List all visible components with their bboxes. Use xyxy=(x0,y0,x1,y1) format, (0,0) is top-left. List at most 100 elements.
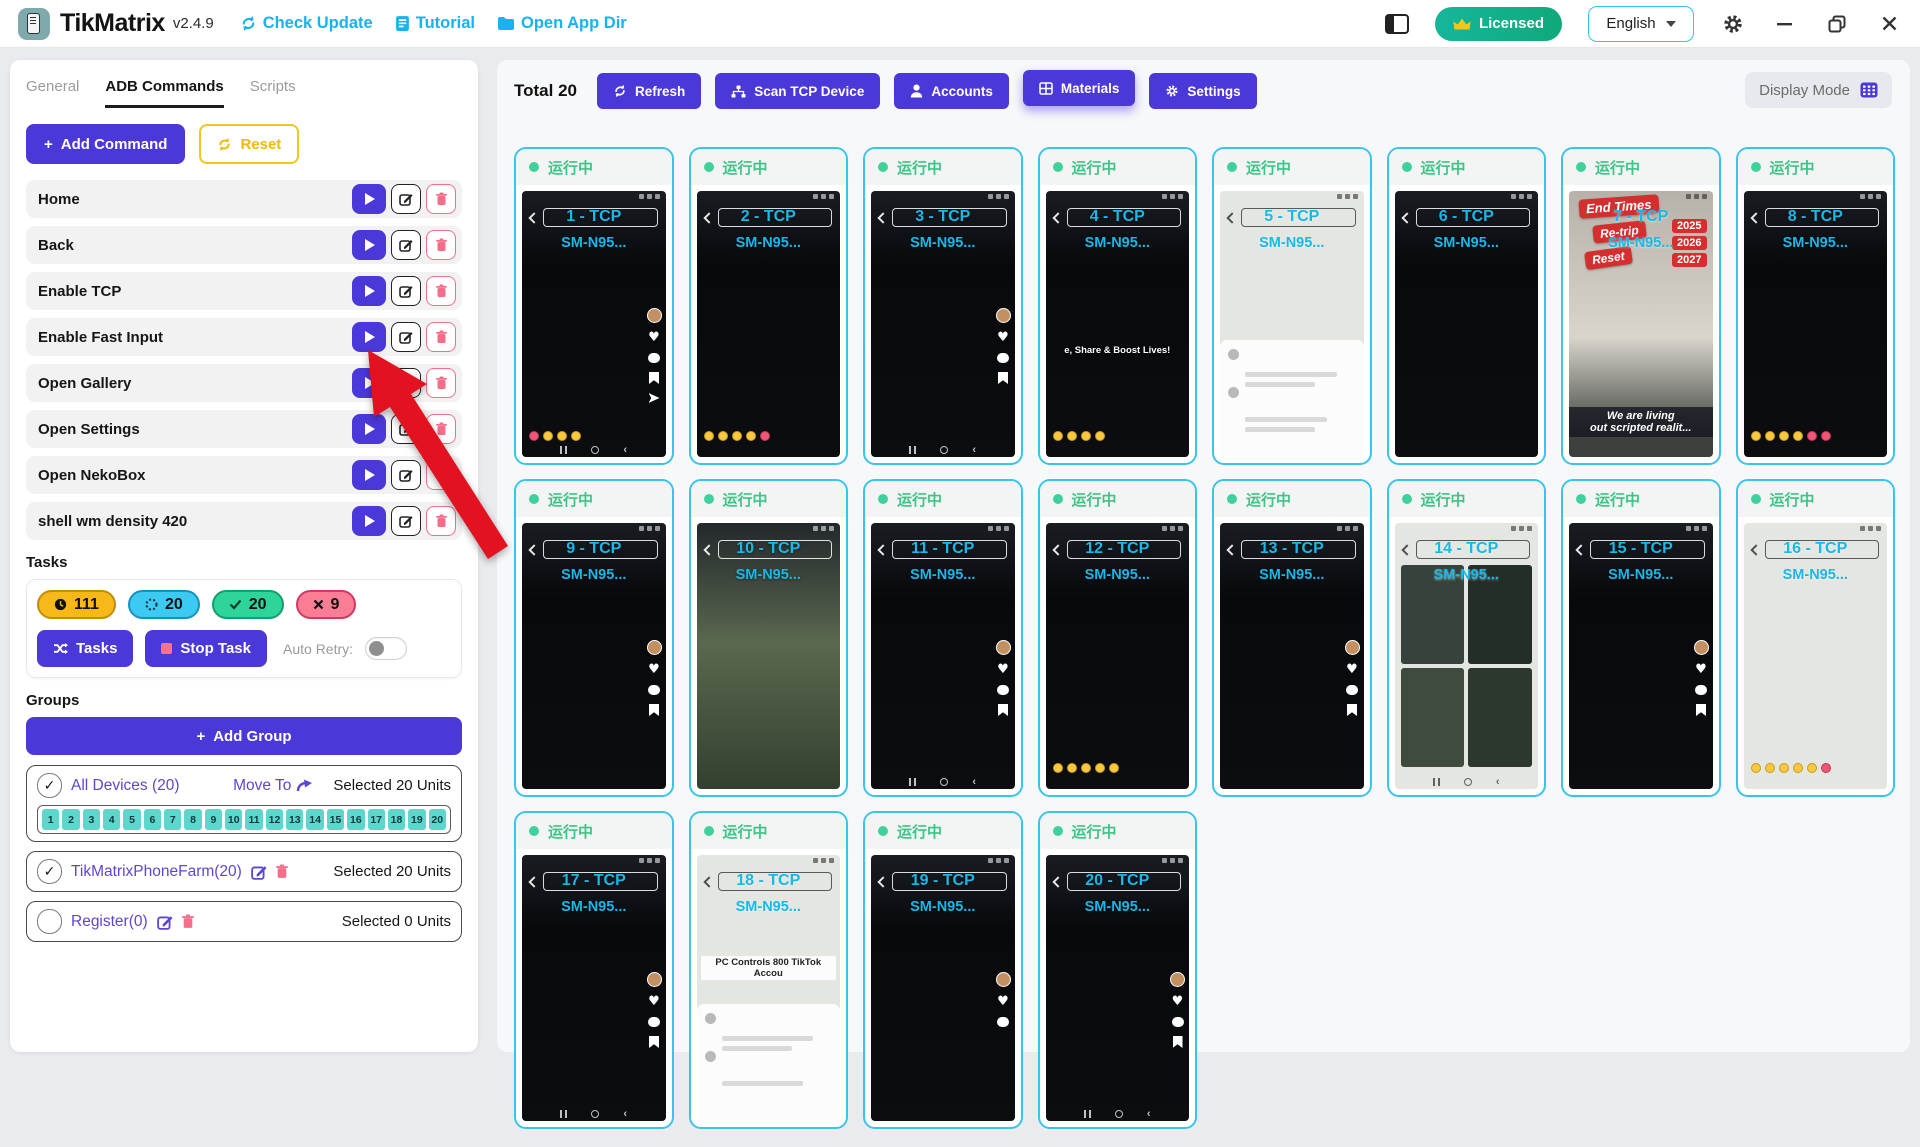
device-card[interactable]: 运行中 6 - TCP SM-N95... xyxy=(1387,147,1547,465)
device-screen[interactable]: 9 - TCP SM-N95... ♥ xyxy=(522,523,666,789)
unit-chip[interactable]: 14 xyxy=(306,809,323,830)
refresh-button[interactable]: Refresh xyxy=(597,73,701,109)
add-group-button[interactable]: + Add Group xyxy=(26,717,462,755)
group-checkbox[interactable]: ✓ xyxy=(37,859,62,884)
device-screen[interactable]: 18 - TCP SM-N95... PC Controls 800 TikTo… xyxy=(697,855,841,1121)
device-screen[interactable]: 5 - TCP SM-N95... xyxy=(1220,191,1364,457)
unit-chip[interactable]: 18 xyxy=(388,809,405,830)
device-screen[interactable]: 17 - TCP SM-N95... ♥ ‹ xyxy=(522,855,666,1121)
device-card[interactable]: 运行中 12 - TCP SM-N95... xyxy=(1038,479,1198,797)
tab-general[interactable]: General xyxy=(26,78,79,108)
run-command-button[interactable] xyxy=(352,460,386,490)
device-card[interactable]: 运行中 1 - TCP SM-N95... ♥ ‹ xyxy=(514,147,674,465)
device-card[interactable]: 运行中 19 - TCP SM-N95... ♥ xyxy=(863,811,1023,1129)
device-card[interactable]: 运行中 20 - TCP SM-N95... ♥ ‹ xyxy=(1038,811,1198,1129)
group-name[interactable]: TikMatrixPhoneFarm(20) xyxy=(71,863,242,881)
device-screen[interactable]: End Times Re-trip Reset 2025 2026 2027 7… xyxy=(1569,191,1713,457)
device-screen[interactable]: 14 - TCP SM-N95... ‹ xyxy=(1395,523,1539,789)
device-screen[interactable]: 19 - TCP SM-N95... ♥ xyxy=(871,855,1015,1121)
edit-command-button[interactable] xyxy=(391,460,421,490)
device-card[interactable]: 运行中 16 - TCP SM-N95... xyxy=(1736,479,1896,797)
group-checkbox[interactable]: ✓ xyxy=(37,773,62,798)
run-command-button[interactable] xyxy=(352,414,386,444)
auto-retry-toggle[interactable] xyxy=(365,637,407,660)
unit-chip[interactable]: 3 xyxy=(83,809,100,830)
device-screen[interactable]: 8 - TCP SM-N95... xyxy=(1744,191,1888,457)
materials-button[interactable]: Materials xyxy=(1023,70,1136,106)
unit-chip[interactable]: 15 xyxy=(327,809,344,830)
unit-chip[interactable]: 13 xyxy=(286,809,303,830)
unit-chip[interactable]: 1 xyxy=(42,809,59,830)
device-screen[interactable]: 15 - TCP SM-N95... ♥ xyxy=(1569,523,1713,789)
settings-button[interactable]: Settings xyxy=(1149,73,1256,109)
group-checkbox[interactable] xyxy=(37,909,62,934)
accounts-button[interactable]: Accounts xyxy=(894,73,1009,109)
device-screen[interactable]: 3 - TCP SM-N95... ♥ ‹ xyxy=(871,191,1015,457)
minimize-button[interactable] xyxy=(1772,11,1798,37)
unit-chip[interactable]: 6 xyxy=(144,809,161,830)
unit-chip[interactable]: 2 xyxy=(62,809,79,830)
unit-chip[interactable]: 7 xyxy=(164,809,181,830)
device-screen[interactable]: 13 - TCP SM-N95... ♥ xyxy=(1220,523,1364,789)
device-card[interactable]: 运行中 8 - TCP SM-N95... xyxy=(1736,147,1896,465)
move-to-button[interactable]: Move To xyxy=(233,777,312,795)
run-command-button[interactable] xyxy=(352,276,386,306)
delete-command-button[interactable] xyxy=(426,276,456,306)
device-card[interactable]: 运行中 17 - TCP SM-N95... ♥ ‹ xyxy=(514,811,674,1129)
unit-chip[interactable]: 10 xyxy=(225,809,242,830)
unit-chip[interactable]: 9 xyxy=(205,809,222,830)
reset-button[interactable]: Reset xyxy=(199,124,299,164)
unit-chip[interactable]: 19 xyxy=(408,809,425,830)
close-button[interactable] xyxy=(1876,11,1902,37)
delete-command-button[interactable] xyxy=(426,368,456,398)
settings-gear-button[interactable] xyxy=(1720,11,1746,37)
delete-command-button[interactable] xyxy=(426,322,456,352)
sidebar-toggle-icon[interactable] xyxy=(1385,14,1409,34)
run-command-button[interactable] xyxy=(352,230,386,260)
add-command-button[interactable]: + Add Command xyxy=(26,124,185,164)
stop-task-button[interactable]: Stop Task xyxy=(145,630,267,667)
device-card[interactable]: 运行中 3 - TCP SM-N95... ♥ ‹ xyxy=(863,147,1023,465)
edit-command-button[interactable] xyxy=(391,368,421,398)
device-card[interactable]: 运行中 End Times Re-trip Reset 2025 2026 20… xyxy=(1561,147,1721,465)
device-card[interactable]: 运行中 11 - TCP SM-N95... ♥ ‹ xyxy=(863,479,1023,797)
scan-tcp-device-button[interactable]: Scan TCP Device xyxy=(715,73,880,109)
unit-chip[interactable]: 20 xyxy=(429,809,446,830)
edit-command-button[interactable] xyxy=(391,276,421,306)
unit-chip[interactable]: 17 xyxy=(368,809,385,830)
run-command-button[interactable] xyxy=(352,368,386,398)
device-screen[interactable]: 11 - TCP SM-N95... ♥ ‹ xyxy=(871,523,1015,789)
language-select[interactable]: English xyxy=(1588,6,1694,42)
delete-command-button[interactable] xyxy=(426,414,456,444)
unit-chip[interactable]: 16 xyxy=(347,809,364,830)
edit-command-button[interactable] xyxy=(391,230,421,260)
edit-command-button[interactable] xyxy=(391,184,421,214)
device-screen[interactable]: 16 - TCP SM-N95... xyxy=(1744,523,1888,789)
unit-chip[interactable]: 12 xyxy=(266,809,283,830)
delete-command-button[interactable] xyxy=(426,230,456,260)
device-card[interactable]: 运行中 2 - TCP SM-N95... xyxy=(689,147,849,465)
device-screen[interactable]: 4 - TCP SM-N95... e, Share & Boost Lives… xyxy=(1046,191,1190,457)
device-card[interactable]: 运行中 18 - TCP SM-N95... PC Controls 800 T… xyxy=(689,811,849,1129)
device-screen[interactable]: 12 - TCP SM-N95... xyxy=(1046,523,1190,789)
device-screen[interactable]: 20 - TCP SM-N95... ♥ ‹ xyxy=(1046,855,1190,1121)
edit-command-button[interactable] xyxy=(391,322,421,352)
license-badge[interactable]: Licensed xyxy=(1435,7,1562,41)
device-screen[interactable]: 1 - TCP SM-N95... ♥ ‹ xyxy=(522,191,666,457)
device-card[interactable]: 运行中 14 - TCP SM-N95... ‹ xyxy=(1387,479,1547,797)
device-card[interactable]: 运行中 10 - TCP SM-N95... xyxy=(689,479,849,797)
edit-command-button[interactable] xyxy=(391,414,421,444)
group-name[interactable]: Register(0) xyxy=(71,913,148,931)
delete-command-button[interactable] xyxy=(426,184,456,214)
check-update-link[interactable]: Check Update xyxy=(240,14,373,33)
open-app-dir-link[interactable]: Open App Dir xyxy=(497,14,627,33)
tab-scripts[interactable]: Scripts xyxy=(250,78,296,108)
run-command-button[interactable] xyxy=(352,322,386,352)
unit-chip[interactable]: 8 xyxy=(184,809,201,830)
device-screen[interactable]: 2 - TCP SM-N95... xyxy=(697,191,841,457)
device-card[interactable]: 运行中 13 - TCP SM-N95... ♥ xyxy=(1212,479,1372,797)
device-card[interactable]: 运行中 4 - TCP SM-N95... e, Share & Boost L… xyxy=(1038,147,1198,465)
group-name[interactable]: All Devices (20) xyxy=(71,777,180,795)
delete-command-button[interactable] xyxy=(426,506,456,536)
display-mode-button[interactable]: Display Mode xyxy=(1745,72,1892,108)
